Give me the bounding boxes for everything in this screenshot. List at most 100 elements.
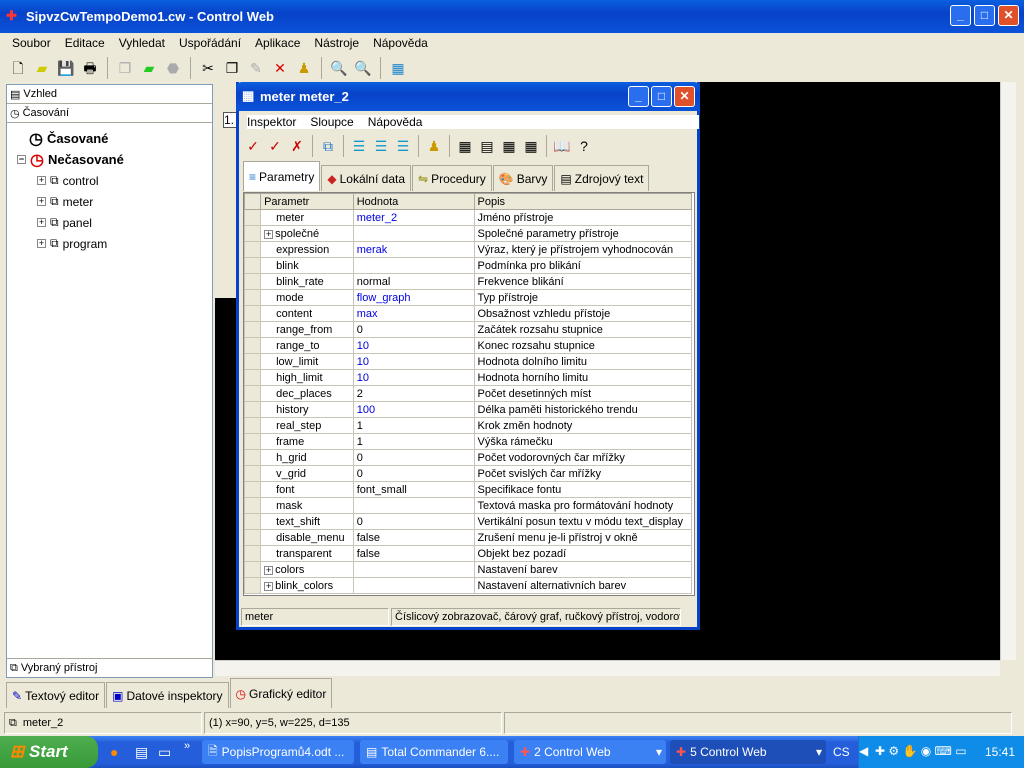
row-header[interactable] [244, 305, 262, 322]
tab-lokalni-data[interactable]: ◆ Lokální data [321, 165, 411, 191]
menu-napoveda[interactable]: Nápověda [373, 36, 428, 50]
param-cell[interactable]: font [260, 481, 354, 498]
row-header[interactable] [244, 529, 262, 546]
horizontal-scrollbar[interactable] [215, 660, 1000, 676]
param-cell[interactable]: dec_places [260, 385, 354, 402]
open-folder-icon[interactable]: ▰ [32, 58, 52, 78]
table-row[interactable]: low_limit 10 Hodnota dolního limitu [244, 353, 692, 370]
row-header[interactable] [244, 241, 262, 258]
tab-parametry[interactable]: ≡ Parametry [243, 161, 321, 191]
check-close-icon[interactable]: ✓ [265, 136, 285, 156]
table-row[interactable]: + blink_colors Nastavení alternativních b… [244, 577, 692, 594]
dialog-minimize-button[interactable]: _ [628, 86, 649, 107]
value-cell[interactable]: 0 [352, 465, 475, 482]
param-cell[interactable]: real_step [260, 417, 354, 434]
row-header[interactable] [244, 449, 262, 466]
value-cell[interactable]: 10 [352, 369, 475, 386]
menu-napoveda[interactable]: Nápověda [368, 115, 423, 129]
row-header[interactable] [244, 433, 262, 450]
value-cell[interactable] [352, 561, 475, 578]
value-cell[interactable]: flow_graph [352, 289, 475, 306]
column-text-icon[interactable]: ▤ [477, 136, 497, 156]
column-header-hodnota[interactable]: Hodnota [352, 193, 475, 210]
param-cell[interactable]: transparent [260, 545, 354, 562]
menu-editace[interactable]: Editace [65, 36, 105, 50]
language-indicator[interactable]: CS [833, 745, 850, 759]
column-header-parametr[interactable]: Parametr [260, 193, 354, 210]
expand-icon[interactable]: + [37, 197, 46, 206]
param-cell[interactable]: + colors [260, 561, 354, 578]
tree-item-timed[interactable]: ◷ Časované [7, 128, 212, 149]
row-header[interactable] [244, 257, 262, 274]
search-next-icon[interactable]: 🔍 [353, 58, 373, 78]
tree-item[interactable]: + ⧉ meter [7, 191, 212, 212]
expand-icon[interactable]: + [37, 176, 46, 185]
cut-icon[interactable]: ✂ [198, 58, 218, 78]
row-header[interactable] [244, 385, 262, 402]
value-cell[interactable]: merak [352, 241, 475, 258]
row-header[interactable] [244, 337, 262, 354]
table-row[interactable]: history 100 Délka paměti historického tr… [244, 401, 692, 418]
param-cell[interactable]: + společné [260, 225, 354, 242]
stop-icon[interactable]: ⬣ [163, 58, 183, 78]
vertical-scrollbar[interactable] [1000, 82, 1016, 660]
table-row[interactable]: v_grid 0 Počet svislých čar mřížky [244, 465, 692, 482]
maximize-button[interactable]: □ [974, 5, 995, 26]
table-row[interactable]: transparent false Objekt bez pozadí [244, 545, 692, 562]
expand-icon[interactable]: + [264, 581, 274, 591]
close-button[interactable]: ✕ [998, 5, 1019, 26]
column-header-popis[interactable]: Popis [473, 193, 692, 210]
table-row[interactable]: range_to 10 Konec rozsahu stupnice [244, 337, 692, 354]
menu-usporadani[interactable]: Uspořádání [179, 36, 241, 50]
table-row[interactable]: content max Obsažnost vzhledu přístoje [244, 305, 692, 322]
tools-icon[interactable]: ▦ [388, 58, 408, 78]
menu-soubor[interactable]: Soubor [12, 36, 51, 50]
table-row[interactable]: mask Textová maska pro formátování hodno… [244, 497, 692, 514]
move-out-icon[interactable]: ☰ [393, 136, 413, 156]
param-cell[interactable]: disable_menu [260, 529, 354, 546]
table-row[interactable]: blink Podmínka pro blikání [244, 257, 692, 274]
row-header[interactable] [244, 289, 262, 306]
task-group-control-web-2[interactable]: ✚ 2 Control Web ▾ [514, 740, 666, 764]
param-cell[interactable]: meter [260, 209, 354, 226]
param-cell[interactable]: content [260, 305, 354, 322]
row-header[interactable] [244, 465, 262, 482]
row-header[interactable] [244, 273, 262, 290]
tab-text-editor[interactable]: ✎ Textový editor [6, 682, 106, 708]
value-cell[interactable]: max [352, 305, 475, 322]
task-total-commander[interactable]: ▤ Total Commander 6.... [360, 740, 508, 764]
table-row[interactable]: + společné Společné parametry přístroje [244, 225, 692, 242]
tab-barvy[interactable]: 🎨 Barvy [492, 165, 554, 191]
value-cell[interactable]: 100 [352, 401, 475, 418]
value-cell[interactable]: 0 [352, 321, 475, 338]
table-row[interactable]: meter meter_2 Jméno přístroje [244, 209, 692, 226]
chevron-right-icon[interactable]: » [184, 740, 190, 752]
help-book-icon[interactable]: 📖 [552, 136, 572, 156]
expand-icon[interactable]: + [37, 218, 46, 227]
dialog-maximize-button[interactable]: □ [651, 86, 672, 107]
row-header[interactable] [244, 545, 262, 562]
param-cell[interactable]: blink [260, 257, 354, 274]
grid-icon[interactable]: ▦ [455, 136, 475, 156]
value-cell[interactable]: 10 [352, 337, 475, 354]
panel-selected-instrument[interactable]: ⧉ Vybraný přístroj [7, 658, 212, 677]
row-header[interactable] [244, 561, 262, 578]
dialog-close-button[interactable]: ✕ [674, 86, 695, 107]
tray-app-icons[interactable]: ✚ ⚙ ✋ ◉ ⌨ ▭ [875, 744, 967, 758]
param-cell[interactable]: + blink_colors [260, 577, 354, 594]
value-cell[interactable] [352, 497, 475, 514]
copy-disabled-icon[interactable]: ❐ [115, 58, 135, 78]
panel-casovani[interactable]: ◷ Časování [7, 104, 212, 123]
tab-graphic-editor[interactable]: ◷ Grafický editor [229, 678, 333, 708]
value-cell[interactable]: normal [352, 273, 475, 290]
table-row[interactable]: real_step 1 Krok změn hodnoty [244, 417, 692, 434]
menu-vyhledat[interactable]: Vyhledat [119, 36, 165, 50]
window-icon[interactable]: ⧉ [318, 136, 338, 156]
expand-icon[interactable]: + [264, 565, 274, 575]
param-cell[interactable]: mask [260, 497, 354, 514]
tab-data-inspectors[interactable]: ▣ Datové inspektory [106, 682, 229, 708]
ocl-help-icon[interactable]: ? [574, 136, 594, 156]
param-cell[interactable]: frame [260, 433, 354, 450]
tree-item-untimed[interactable]: − ◷ Nečasované [7, 149, 212, 170]
value-cell[interactable]: 0 [352, 513, 475, 530]
